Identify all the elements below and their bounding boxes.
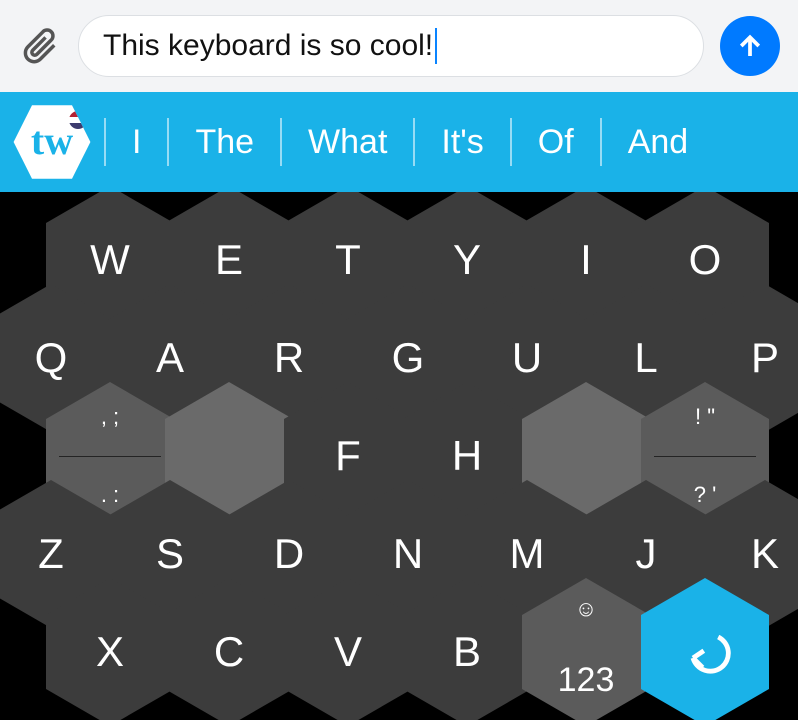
suggestion-item[interactable]: Of [512, 123, 600, 162]
attach-button[interactable] [18, 24, 62, 68]
keyboard-logo[interactable]: tw [12, 102, 92, 182]
arrow-up-icon [735, 31, 765, 61]
suggestion-bar: tw I The What It's Of And [0, 92, 798, 192]
message-text: This keyboard is so cool! [103, 29, 433, 63]
text-caret [435, 28, 437, 64]
lang-flag-us-icon [68, 110, 88, 130]
keyboard: W E T Y I O Q A R G U L P , ; . : F H ! … [0, 192, 798, 720]
keyboard-logo-text: tw [31, 117, 73, 164]
compose-bar: This keyboard is so cool! [0, 0, 798, 92]
send-button[interactable] [720, 16, 780, 76]
suggestion-item[interactable]: I [106, 123, 167, 162]
suggestion-item[interactable]: What [282, 123, 413, 162]
key-divider [654, 456, 756, 457]
key-divider [59, 456, 161, 457]
suggestion-item[interactable]: And [602, 123, 715, 162]
punct-top: ! " [641, 404, 769, 430]
suggestion-item[interactable]: It's [415, 123, 509, 162]
suggestion-item[interactable]: The [169, 123, 280, 162]
emoji-icon: ☺ [575, 596, 597, 622]
suggestion-list: I The What It's Of And [104, 92, 714, 192]
message-input[interactable]: This keyboard is so cool! [78, 15, 704, 77]
numbers-label: 123 [558, 661, 615, 700]
return-icon [675, 622, 735, 682]
paperclip-icon [21, 27, 59, 65]
